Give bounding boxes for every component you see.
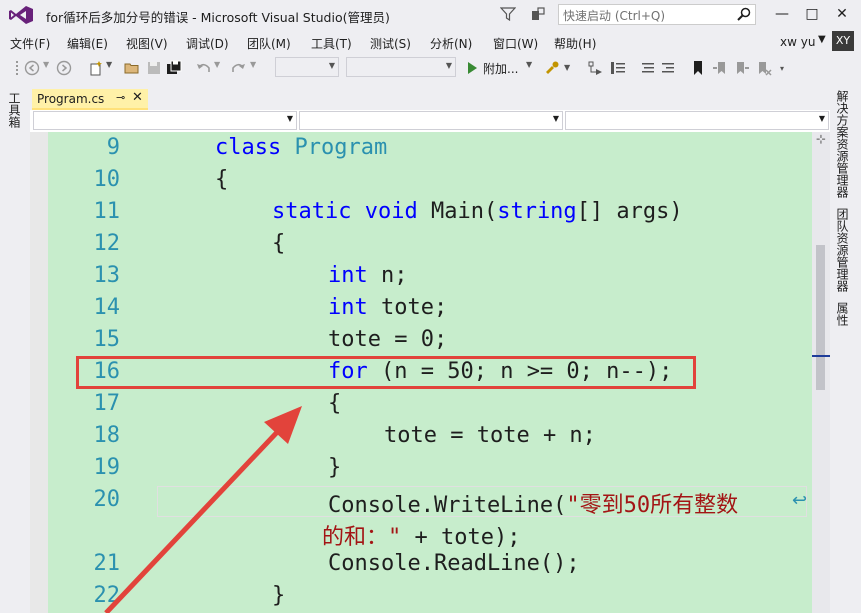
comment-lines-icon[interactable]	[640, 60, 656, 76]
close-button[interactable]: ✕	[830, 4, 854, 24]
open-folder-icon[interactable]	[124, 60, 140, 76]
menu-window[interactable]: 窗口(W)	[493, 35, 538, 52]
avatar[interactable]: XY	[832, 31, 854, 51]
annotation-arrow	[104, 406, 302, 613]
solution-nav-icon[interactable]	[588, 60, 604, 76]
play-icon[interactable]	[464, 60, 480, 76]
platform-dropdown[interactable]: ▼	[346, 57, 456, 77]
scrollbar-thumb[interactable]	[816, 245, 825, 390]
tab-program-cs[interactable]: Program.cs ⊸ ✕	[32, 89, 148, 110]
menu-edit[interactable]: 编辑(E)	[67, 35, 108, 52]
menu-tools[interactable]: 工具(T)	[311, 35, 352, 52]
chevron-down-icon[interactable]: ▼	[214, 60, 220, 69]
browser-link-icon[interactable]	[544, 60, 560, 76]
toolbox-strip	[0, 84, 30, 613]
attach-button[interactable]: 附加...	[483, 60, 518, 77]
save-all-icon[interactable]	[166, 60, 182, 76]
chevron-down-icon[interactable]: ▼	[106, 60, 112, 69]
prev-bookmark-icon[interactable]	[712, 60, 728, 76]
team-explorer-tab[interactable]: 团队资源管理器	[835, 208, 851, 292]
chevron-down-icon[interactable]: ▼	[526, 60, 532, 69]
forward-icon[interactable]	[56, 60, 72, 76]
close-tab-button[interactable]: ✕	[132, 90, 143, 105]
project-dropdown[interactable]: ▼	[33, 111, 297, 130]
document-tab-row	[30, 84, 830, 110]
member-dropdown[interactable]: ▼	[565, 111, 829, 130]
menu-view[interactable]: 视图(V)	[126, 35, 168, 52]
minimize-button[interactable]: —	[770, 4, 794, 24]
properties-tab[interactable]: 属性	[835, 302, 851, 326]
chevron-down-icon[interactable]: ▼	[43, 60, 49, 69]
bookmark-icon[interactable]	[690, 60, 706, 76]
menu-analyze[interactable]: 分析(N)	[430, 35, 472, 52]
filter-icon[interactable]	[500, 7, 516, 21]
search-icon[interactable]	[737, 7, 751, 21]
pin-icon[interactable]: ⊸	[116, 91, 125, 104]
chevron-down-icon[interactable]: ▼	[564, 63, 570, 72]
toolbar-overflow-icon[interactable]: ▾	[780, 64, 784, 73]
save-icon[interactable]	[146, 60, 162, 76]
type-dropdown[interactable]: ▼	[299, 111, 563, 130]
feedback-icon[interactable]	[530, 6, 546, 22]
chevron-down-icon[interactable]: ▼	[818, 34, 826, 45]
uncomment-lines-icon[interactable]	[660, 60, 676, 76]
split-window-icon[interactable]: ⊹	[812, 132, 830, 148]
toolbox-tab[interactable]: 工具箱	[7, 92, 23, 128]
menu-team[interactable]: 团队(M)	[247, 35, 291, 52]
maximize-button[interactable]: □	[800, 4, 824, 24]
tab-label: Program.cs	[37, 92, 105, 106]
quick-launch-placeholder: 快速启动 (Ctrl+Q)	[563, 9, 666, 23]
next-bookmark-icon[interactable]	[734, 60, 750, 76]
chevron-down-icon[interactable]: ▼	[250, 60, 256, 69]
caret-position-marker	[812, 355, 830, 357]
menu-debug[interactable]: 调试(D)	[186, 35, 229, 52]
visual-studio-logo-icon	[9, 6, 33, 24]
menu-file[interactable]: 文件(F)	[10, 35, 50, 52]
format-icon[interactable]	[610, 60, 626, 76]
new-project-icon[interactable]	[88, 60, 104, 76]
menu-test[interactable]: 测试(S)	[370, 35, 411, 52]
clear-bookmarks-icon[interactable]	[756, 60, 772, 76]
user-name[interactable]: xw yu	[780, 35, 815, 49]
menu-help[interactable]: 帮助(H)	[554, 35, 596, 52]
redo-icon[interactable]	[230, 60, 246, 76]
configuration-dropdown[interactable]: ▼	[275, 57, 339, 77]
back-icon[interactable]	[24, 60, 40, 76]
quick-launch-input[interactable]: 快速启动 (Ctrl+Q)	[558, 4, 756, 25]
solution-explorer-tab[interactable]: 解决方案资源管理器	[835, 90, 851, 198]
window-title: for循环后多加分号的错误 - Microsoft Visual Studio(…	[46, 10, 390, 25]
undo-icon[interactable]	[196, 60, 212, 76]
